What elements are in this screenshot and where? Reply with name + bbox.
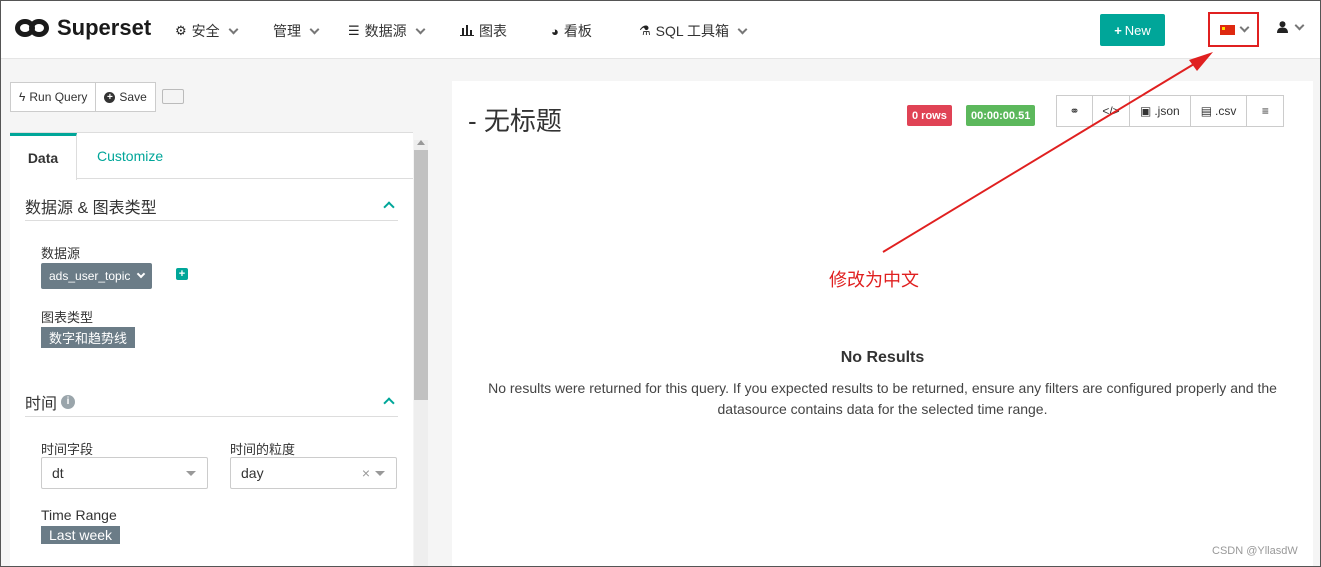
nav-charts[interactable]: 图表 [460, 21, 507, 41]
results-panel: - 无标题 0 rows 00:00:00.51 ⚭ </> ▣ .json ▤… [452, 81, 1313, 566]
nav-security[interactable]: ⚙ 安全 [175, 21, 239, 41]
link-icon: ⚭ [1069, 104, 1080, 118]
rows-badge: 0 rows [907, 105, 952, 126]
top-navbar: Superset ⚙ 安全 管理 ☰ 数据源 图表 ◕ 看板 ⚗ SQL 工具箱… [1, 1, 1320, 59]
chevron-up-icon [383, 397, 395, 409]
flask-icon: ⚗ [639, 23, 651, 38]
annotation-text: 修改为中文 [829, 270, 919, 290]
time-column-value: dt [52, 465, 64, 481]
no-results: No Results No results were returned for … [452, 349, 1313, 420]
plus-icon: + [1114, 22, 1122, 38]
plus-circle-icon: + [104, 91, 116, 103]
result-actions: ⚭ </> ▣ .json ▤ .csv ≡ [1056, 95, 1285, 127]
chevron-down-icon [1294, 20, 1305, 30]
control-panel-scrollbar[interactable] [414, 140, 428, 566]
link-button[interactable]: ⚭ [1056, 95, 1093, 127]
nav-sqllab-label: SQL 工具箱 [655, 23, 730, 39]
export-json-button[interactable]: ▣ .json [1130, 95, 1191, 127]
bolt-icon: ϟ [19, 90, 26, 104]
add-datasource-button[interactable]: + [176, 268, 188, 280]
datasource-value: ads_user_topic [49, 269, 131, 283]
database-icon: ☰ [348, 23, 360, 38]
timer-badge: 00:00:00.51 [966, 105, 1036, 126]
time-column-label: 时间字段 [41, 442, 94, 457]
scrollbar-thumb[interactable] [414, 150, 428, 400]
run-query-button[interactable]: ϟ Run Query [10, 82, 97, 112]
new-button[interactable]: + New [1100, 14, 1165, 46]
nav-manage[interactable]: 管理 [273, 21, 320, 41]
info-icon[interactable]: i [61, 394, 76, 409]
superset-logo-icon [15, 19, 49, 37]
hamburger-icon: ≡ [1261, 104, 1269, 118]
chevron-down-icon [228, 24, 239, 34]
charttype-label: 图表类型 [41, 310, 94, 325]
language-selector[interactable] [1208, 12, 1259, 47]
query-toolbar: ϟ Run Query + Save [10, 82, 184, 112]
nav-manage-label: 管理 [273, 23, 301, 39]
chevron-down-icon [1239, 22, 1249, 33]
datasource-section-title: 数据源 & 图表类型 [25, 199, 157, 217]
chevron-down-icon [415, 24, 426, 34]
chevron-down-icon [309, 24, 320, 34]
user-icon [1277, 21, 1288, 33]
brand-name: Superset [57, 15, 152, 40]
datasource-select[interactable]: ads_user_topic [41, 263, 153, 289]
clear-icon[interactable]: × [362, 465, 370, 481]
new-button-label: New [1124, 22, 1151, 38]
no-results-message: No results were returned for this query.… [488, 380, 1277, 417]
charttype-value[interactable]: 数字和趋势线 [41, 327, 136, 348]
watermark: CSDN @YllasdW [1212, 545, 1298, 557]
nav-dashboards[interactable]: ◕ 看板 [551, 21, 592, 41]
time-section-title: 时间 [25, 395, 58, 413]
caret-down-icon [186, 471, 196, 476]
code-icon: </> [1102, 104, 1120, 118]
time-section-header[interactable]: 时间 i [25, 387, 398, 417]
brand[interactable]: Superset [15, 15, 151, 41]
nav-charts-label: 图表 [479, 23, 507, 39]
tab-data[interactable]: Data [10, 133, 77, 180]
datasource-section-header[interactable]: 数据源 & 图表类型 [25, 191, 398, 221]
time-range-value[interactable]: Last week [41, 526, 121, 544]
datasource-label: 数据源 [41, 246, 81, 261]
chevron-down-icon [737, 24, 748, 34]
nav-dashboards-label: 看板 [563, 23, 592, 39]
save-button[interactable]: + Save [96, 82, 156, 112]
time-grain-value: day [241, 465, 264, 481]
chart-title[interactable]: - 无标题 [468, 101, 562, 138]
security-icon: ⚙ [175, 23, 187, 38]
scroll-up-icon[interactable] [417, 140, 425, 145]
nav-security-label: 安全 [191, 23, 220, 39]
export-csv-button[interactable]: ▤ .csv [1190, 95, 1248, 127]
no-results-title: No Results [840, 349, 925, 366]
user-menu[interactable] [1277, 20, 1305, 33]
json-label: .json [1154, 104, 1180, 118]
embed-button[interactable]: </> [1093, 95, 1130, 127]
control-tabs: Data Customize [10, 133, 413, 180]
time-grain-label: 时间的粒度 [230, 442, 296, 457]
csv-label: .csv [1215, 104, 1237, 118]
file-csv-icon: ▤ [1200, 104, 1213, 118]
run-query-label: Run Query [29, 90, 88, 104]
dashboard-icon: ◕ [551, 23, 559, 39]
file-json-icon: ▣ [1140, 104, 1152, 118]
chevron-down-icon [137, 269, 146, 279]
caret-down-icon [375, 471, 385, 476]
bar-chart-icon [460, 24, 474, 39]
time-column-select[interactable]: dt [41, 457, 208, 489]
more-menu-button[interactable]: ≡ [1247, 95, 1285, 127]
keyboard-icon[interactable] [161, 89, 184, 104]
time-grain-select[interactable]: day × [230, 457, 397, 489]
chevron-up-icon [383, 201, 395, 213]
nav-datasources-label: 数据源 [364, 23, 407, 39]
tab-customize[interactable]: Customize [97, 133, 163, 179]
save-label: Save [119, 90, 147, 104]
nav-datasources[interactable]: ☰ 数据源 [348, 21, 426, 41]
nav-sqllab[interactable]: ⚗ SQL 工具箱 [639, 21, 748, 41]
time-range-label: Time Range [41, 507, 117, 523]
china-flag-icon [1219, 24, 1235, 35]
